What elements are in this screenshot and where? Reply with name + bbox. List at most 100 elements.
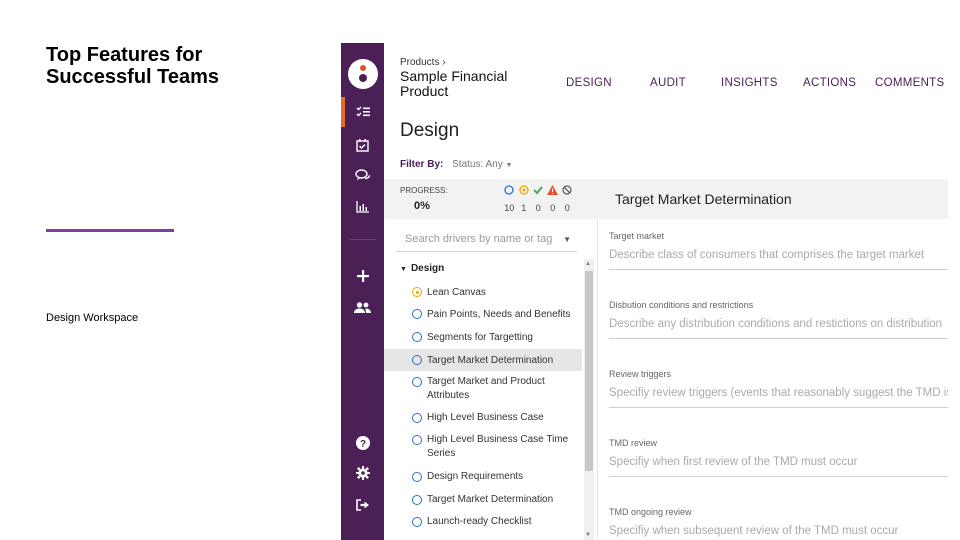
chevron-down-icon[interactable]: ▼ [563, 235, 571, 244]
status-done: 0 [531, 185, 546, 213]
tab-audit[interactable]: AUDIT [650, 77, 686, 89]
field-input[interactable]: Describe any distribution conditions and… [609, 318, 948, 339]
detail-header: Target Market Determination [597, 179, 948, 219]
tab-comments[interactable]: COMMENTS [875, 77, 944, 89]
open-status-icon [412, 309, 422, 319]
slide-title: Top Features for Successful Teams [46, 44, 220, 88]
field-input[interactable]: Specifiy when subsequent review of the T… [609, 525, 948, 540]
filter-bar: Filter By: Status: Any ▼ [400, 159, 512, 170]
tree-item-label: High Level Business Case [427, 412, 544, 423]
caret-down-icon[interactable]: ▼ [400, 266, 407, 273]
tree-item[interactable]: Target Market and Product Attributes [384, 375, 582, 409]
checklist-icon[interactable] [341, 100, 384, 124]
slide-divider [46, 229, 174, 232]
breadcrumb[interactable]: Products › [400, 57, 446, 68]
tree-item-label: Target Market and Product Attributes [427, 376, 545, 401]
help-icon[interactable]: ? [341, 431, 384, 455]
open-status-icon [412, 435, 422, 445]
status-count: 0 [535, 203, 541, 213]
detail-title: Target Market Determination [615, 191, 792, 207]
tree-item[interactable]: Target Market Determination [384, 493, 582, 515]
tree-item[interactable]: Segments for Targetting [384, 327, 582, 349]
status-counts: 10 1 0 0 0 [502, 185, 575, 213]
blocked-icon [562, 185, 572, 195]
chevron-right-icon: › [442, 57, 446, 68]
tree-item[interactable]: High Level Business Case Time Series [384, 433, 582, 467]
tree-item[interactable]: High Level Business Case [384, 411, 582, 433]
tree-item-label: Launch-ready Checklist [427, 516, 532, 527]
driver-tree: ▼ Design Lean Canvas Pain Points, Needs a… [384, 257, 584, 540]
status-filter-value[interactable]: Status: Any [452, 159, 503, 170]
circle-dot-icon [519, 185, 529, 195]
tab-design[interactable]: DESIGN [566, 77, 612, 89]
field-label: Review triggers [609, 369, 672, 379]
gear-icon[interactable] [341, 461, 384, 485]
filter-label: Filter By: [400, 159, 444, 170]
open-status-icon [412, 472, 422, 482]
tmd-ongoing-review-field[interactable]: TMD ongoing review Specifiy when subsequ… [609, 507, 948, 540]
tree-scrollbar[interactable]: ▲ ▼ [584, 259, 594, 540]
field-input[interactable]: Specifiy when first review of the TMD mu… [609, 456, 948, 477]
review-triggers-field[interactable]: Review triggers Specifiy review triggers… [609, 369, 948, 408]
circle-outline-icon [504, 185, 514, 195]
field-input[interactable]: Specifiy review triggers (events that re… [609, 387, 948, 408]
plus-icon[interactable] [341, 264, 384, 288]
distribution-conditions-field[interactable]: Disbution conditions and restrictions De… [609, 300, 948, 339]
field-input[interactable]: Describe class of consumers that compris… [609, 249, 948, 270]
status-count: 1 [521, 203, 527, 213]
tree-item[interactable]: Design Requirements [384, 470, 582, 492]
status-blocked: 0 [560, 185, 575, 213]
tree-item[interactable]: Pain Points, Needs and Benefits [384, 305, 582, 327]
panel-divider [597, 219, 598, 540]
calendar-check-icon[interactable] [341, 133, 384, 157]
tree-item-label: Target Market Determination [427, 494, 554, 505]
tree-group-design[interactable]: ▼ Design [400, 263, 444, 274]
progress-panel: PROGRESS: 0% 10 1 0 0 0 [384, 179, 597, 219]
tree-group-label: Design [410, 263, 445, 274]
status-warning: 0 [546, 185, 561, 213]
tree-item[interactable]: Launch-ready Checklist [384, 515, 582, 537]
scroll-down-icon[interactable]: ▼ [585, 532, 591, 538]
open-status-icon [412, 413, 422, 423]
tree-item-label: Segments for Targetting [427, 332, 533, 343]
tmd-review-field[interactable]: TMD review Specifiy when first review of… [609, 438, 948, 477]
tab-insights[interactable]: INSIGHTS [721, 77, 778, 89]
scrollbar-thumb[interactable] [585, 271, 593, 471]
field-label: Target market [609, 231, 665, 241]
app-window: ? Products › Sample Financial Product DE… [341, 43, 948, 540]
users-icon[interactable] [341, 296, 384, 320]
logout-icon[interactable] [341, 493, 384, 517]
search-placeholder: Search drivers by name or tag [405, 233, 553, 245]
slide-caption: Design Workspace [46, 312, 139, 324]
target-market-field[interactable]: Target market Describe class of consumer… [609, 231, 948, 270]
left-rail: ? [341, 43, 384, 540]
progress-value: 0% [414, 200, 430, 212]
field-label: TMD review [609, 438, 658, 448]
search-input[interactable]: Search drivers by name or tag ▼ [396, 229, 577, 252]
product-name: Sample Financial Product [400, 68, 508, 99]
status-filter-dropdown[interactable]: Status: Any ▼ [452, 159, 512, 170]
tree-item-label: Target Market Determination [427, 355, 554, 366]
logo-icon[interactable] [348, 59, 378, 89]
tree-item-label: Design Requirements [427, 471, 524, 482]
tab-actions[interactable]: ACTIONS [803, 77, 856, 89]
comments-icon[interactable] [341, 163, 384, 187]
chevron-down-icon: ▼ [505, 162, 513, 169]
status-count: 0 [564, 203, 570, 213]
in-progress-status-icon [412, 287, 422, 297]
scroll-up-icon[interactable]: ▲ [585, 261, 591, 267]
field-label: TMD ongoing review [609, 507, 692, 517]
tree-item-label: Lean Canvas [427, 287, 486, 298]
check-icon [533, 186, 543, 195]
tree-item-selected[interactable]: Target Market Determination [384, 349, 582, 371]
bar-chart-icon[interactable] [341, 195, 384, 219]
rail-divider [349, 239, 376, 240]
status-count: 10 [504, 203, 515, 213]
page-title: Design [400, 120, 460, 141]
open-status-icon [412, 332, 422, 342]
tree-item[interactable]: Lean Canvas [384, 283, 582, 305]
progress-label: PROGRESS: [400, 186, 448, 195]
breadcrumb-link[interactable]: Products [400, 57, 439, 68]
status-open: 10 [502, 185, 517, 213]
status-in-progress: 1 [517, 185, 532, 213]
